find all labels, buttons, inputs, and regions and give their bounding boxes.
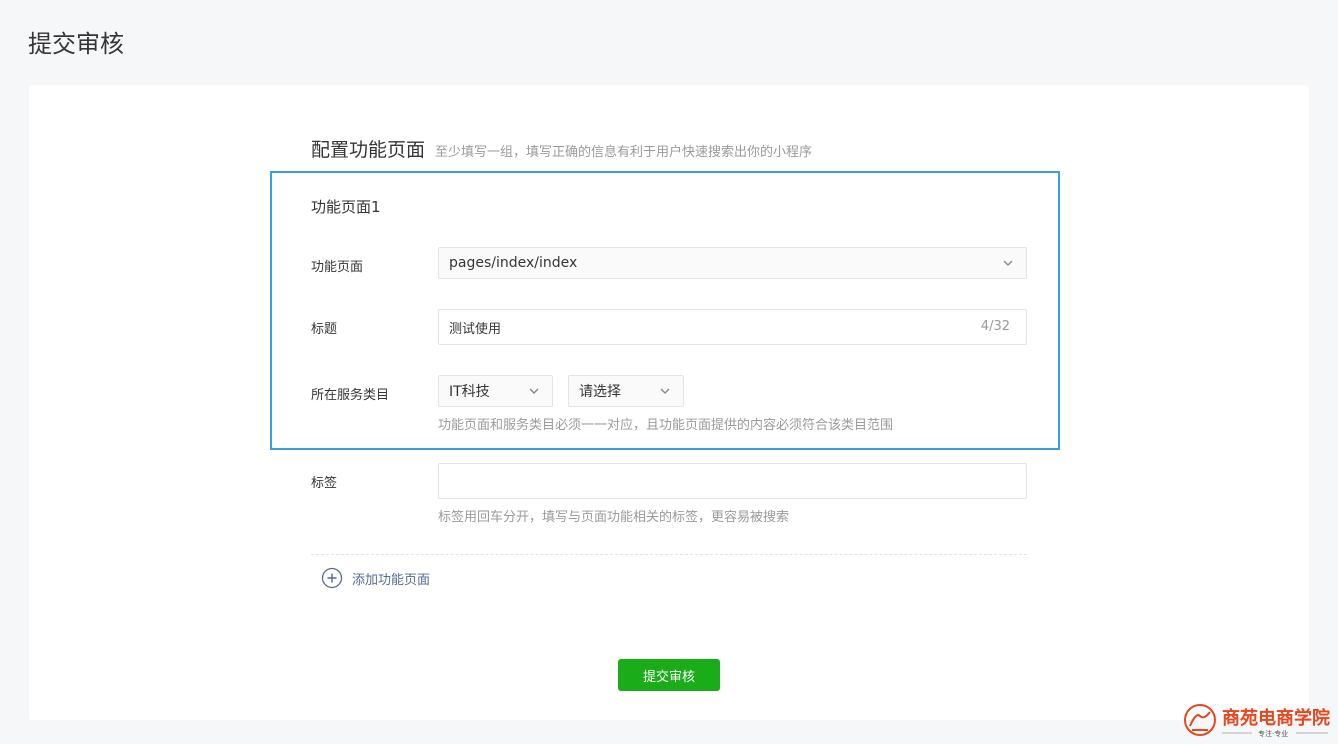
submit-review-button[interactable]: 提交审核 [618,659,720,691]
tags-label: 标签 [311,476,338,491]
page-select-value: pages/index/index [449,255,578,271]
page-title: 提交审核 [28,30,124,58]
section-title: 配置功能页面 [311,139,426,161]
category-primary-value: IT科技 [449,384,490,400]
form-card: 配置功能页面 至少填写一组，填写正确的信息有利于用户快速搜索出你的小程序 功能页… [29,85,1309,720]
watermark-brand: 商苑电商学院 [1222,707,1330,729]
chevron-down-icon [1003,260,1013,266]
page-select[interactable]: pages/index/index [438,247,1027,279]
plus-circle-icon [321,567,343,589]
watermark-slogan: 专注·专业 [1258,729,1288,738]
category-primary-select[interactable]: IT科技 [438,375,553,407]
title-input-label: 标题 [311,322,338,337]
category-secondary-value: 请选择 [579,384,621,400]
title-input-value: 测试使用 [449,321,502,337]
add-function-page-link[interactable]: 添加功能页面 [321,567,430,589]
add-function-page-label: 添加功能页面 [352,572,431,588]
watermark-logo: 商苑电商学院 专注·专业 [1184,704,1330,738]
category-hint: 功能页面和服务类目必须一一对应，且功能页面提供的内容必须符合该类目范围 [438,418,894,433]
chevron-down-icon [660,388,670,394]
category-label: 所在服务类目 [311,388,390,403]
tags-hint: 标签用回车分开，填写与页面功能相关的标签，更容易被搜索 [438,510,790,525]
category-secondary-select[interactable]: 请选择 [568,375,684,407]
title-char-counter: 4/32 [980,319,1010,334]
chevron-down-icon [529,388,539,394]
function-page-group-title: 功能页面1 [311,198,381,216]
page-select-label: 功能页面 [311,260,364,275]
section-header: 配置功能页面 至少填写一组，填写正确的信息有利于用户快速搜索出你的小程序 [311,135,812,162]
title-input[interactable]: 测试使用 4/32 [438,309,1027,345]
tags-input[interactable] [438,463,1027,499]
section-tip: 至少填写一组，填写正确的信息有利于用户快速搜索出你的小程序 [435,145,813,160]
divider [311,554,1027,555]
